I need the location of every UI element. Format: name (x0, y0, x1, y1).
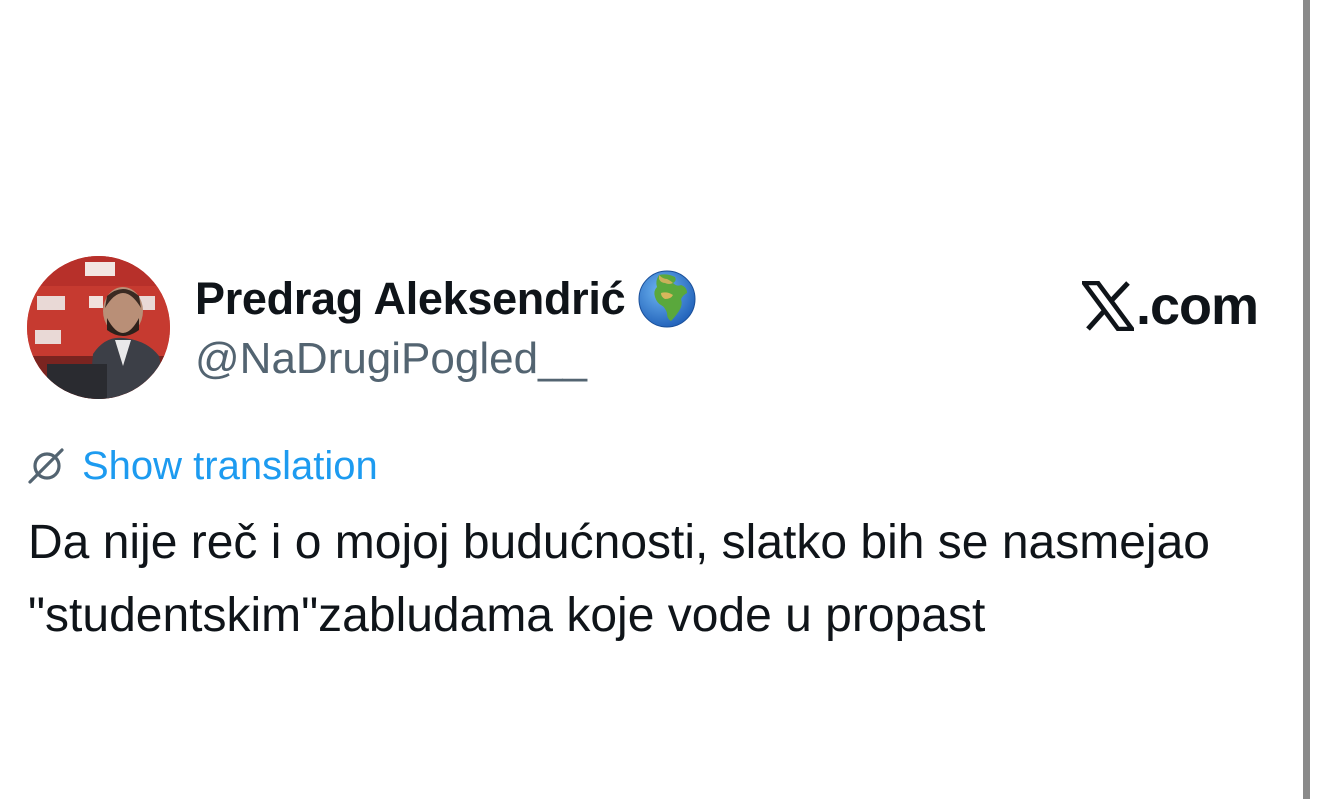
avatar-photo (27, 256, 170, 399)
translate-icon (28, 448, 64, 484)
show-translation-label[interactable]: Show translation (82, 444, 378, 489)
globe-africa-europe-icon (637, 269, 697, 329)
author-block: Predrag Aleksendrić @NaDrugiPogled__ (195, 268, 697, 384)
author-handle[interactable]: @NaDrugiPogled__ (195, 334, 697, 384)
show-translation-link[interactable]: Show translation (26, 438, 378, 494)
x-logo-icon (1082, 281, 1134, 331)
author-name-row: Predrag Aleksendrić (195, 268, 697, 330)
brand-domain-text: .com (1136, 276, 1259, 336)
tweet-card: Predrag Aleksendrić @NaDrugiPogled__ .co… (0, 0, 1320, 799)
tweet-text: Da nije reč i o mojoj budućnosti, slatko… (28, 516, 1210, 642)
avatar[interactable] (27, 256, 170, 399)
author-display-name[interactable]: Predrag Aleksendrić (195, 273, 626, 325)
brand-logo[interactable]: .com (1082, 274, 1259, 338)
window-edge-bar (1303, 0, 1310, 799)
